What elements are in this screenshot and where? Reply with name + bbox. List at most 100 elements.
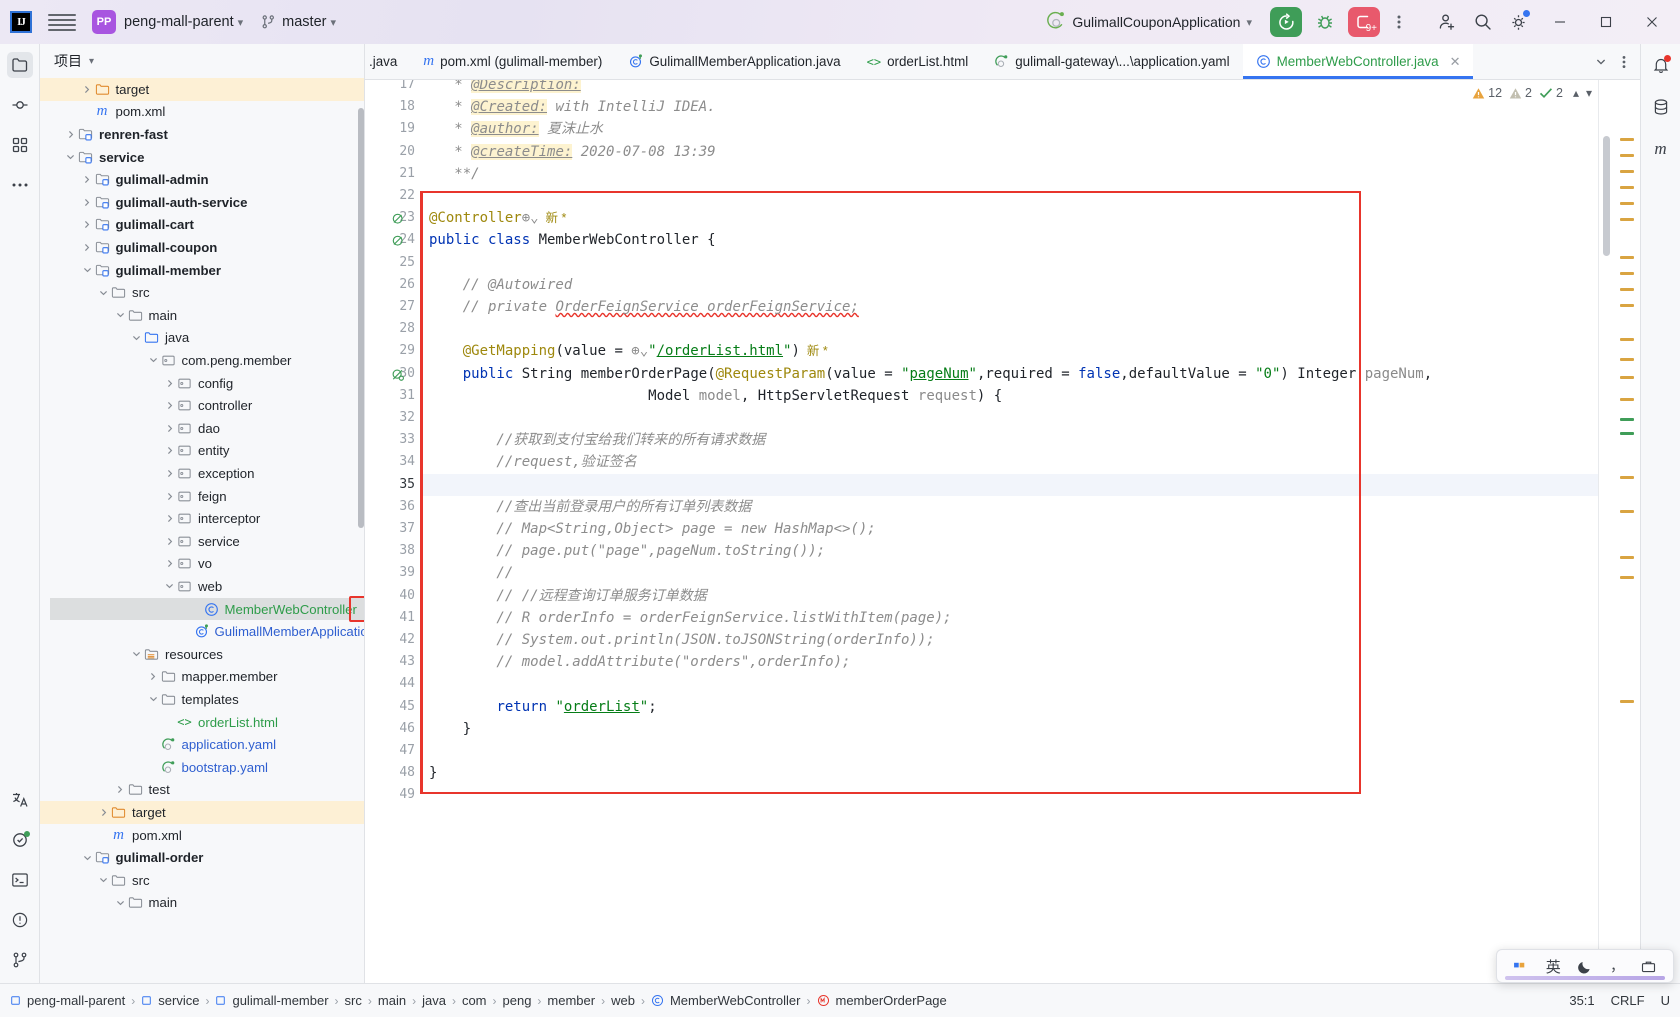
chevron-right-icon[interactable] [81, 173, 94, 186]
breadcrumb-item-java[interactable]: java [422, 993, 446, 1008]
search-icon[interactable] [1466, 5, 1500, 39]
code-line[interactable]: // private OrderFeignService orderFeignS… [429, 296, 859, 318]
maximize-window-button[interactable] [1584, 0, 1628, 44]
tree-item-gulimall-order[interactable]: gulimall-order [40, 846, 364, 869]
weak-warning-count[interactable]: 2 [1509, 86, 1532, 100]
tree-item-dao[interactable]: dao [40, 417, 364, 440]
code-line[interactable]: // R orderInfo = orderFeignService.listW… [429, 607, 951, 629]
project-chevron-down-icon[interactable]: ▾ [238, 16, 244, 29]
editor-viewport[interactable]: 17 18 19 20 21 22 23 24 25 26 27 28 29 30 31 32 33 34 35 36… [365, 80, 1640, 983]
sidebar-item-services[interactable] [7, 827, 33, 853]
code-line[interactable]: } [429, 762, 437, 784]
bean-icon[interactable] [391, 233, 406, 248]
add-user-icon[interactable] [1430, 5, 1464, 39]
sidebar-item-problems[interactable] [7, 907, 33, 933]
chevron-right-icon[interactable] [163, 490, 176, 503]
tree-item-vo[interactable]: vo [40, 553, 364, 576]
code-line[interactable] [429, 673, 437, 695]
inspection-mark[interactable] [1620, 186, 1634, 189]
code-line[interactable] [429, 740, 437, 762]
tab-gulimall-gateway-application-yaml[interactable]: gulimall-gateway\...\application.yaml [981, 44, 1242, 79]
code-line[interactable] [429, 407, 437, 429]
code-line[interactable]: // Map<String,Object> page = new HashMap… [429, 518, 875, 540]
chevron-right-icon[interactable] [163, 557, 176, 570]
breadcrumb-item-service[interactable]: service [141, 993, 199, 1008]
code-line[interactable]: // page.put("page",pageNum.toString()); [429, 540, 825, 562]
code-line[interactable] [429, 252, 437, 274]
chevron-down-icon[interactable] [147, 693, 160, 706]
caret-position[interactable]: 35:1 [1569, 993, 1594, 1008]
code-line[interactable]: // model.addAttribute("orders",orderInfo… [429, 651, 850, 673]
code-line[interactable]: public String memberOrderPage(@RequestPa… [429, 363, 1432, 385]
tree-item-gulimall-cart[interactable]: gulimall-cart [40, 214, 364, 237]
chevron-right-icon[interactable] [163, 377, 176, 390]
tree-item-controller[interactable]: controller [40, 394, 364, 417]
run-button[interactable] [1270, 7, 1302, 37]
chevron-down-icon[interactable] [114, 896, 127, 909]
breadcrumb-item-main[interactable]: main [378, 993, 406, 1008]
database-icon[interactable] [1648, 94, 1674, 120]
chevron-right-icon[interactable] [64, 128, 77, 141]
tree-item-resources[interactable]: resources [40, 643, 364, 666]
breadcrumb-item-peng-mall-parent[interactable]: peng-mall-parent [10, 993, 125, 1008]
breadcrumb-item-memberwebcontroller[interactable]: MemberWebController [651, 993, 801, 1008]
tree-item-memberwebcontroller[interactable]: MemberWebController [50, 597, 364, 621]
breadcrumb-item-com[interactable]: com [462, 993, 487, 1008]
sidebar-item-terminal[interactable] [7, 867, 33, 893]
chevron-down-icon[interactable] [130, 331, 143, 344]
code-line[interactable]: return "orderList"; [429, 696, 656, 718]
editor-code[interactable]: * @Description: * @Created: with Intelli… [423, 80, 1598, 983]
inspection-mark[interactable] [1620, 218, 1634, 221]
code-line[interactable] [429, 185, 437, 207]
inspection-mark[interactable] [1620, 432, 1634, 435]
code-line[interactable]: **/ [429, 163, 479, 185]
gear-icon[interactable] [1502, 5, 1536, 39]
tab-pom-xml-gulimall-member[interactable]: m pom.xml (gulimall-member) [410, 44, 615, 79]
code-line[interactable]: //获取到支付宝给我们转来的所有请求数据 [429, 429, 765, 452]
tree-item-interceptor[interactable]: interceptor [40, 507, 364, 530]
chevron-down-icon[interactable] [97, 286, 110, 299]
main-menu-icon[interactable] [48, 11, 76, 33]
ime-punctuation-icon[interactable]: ， [1610, 956, 1624, 976]
breadcrumb-item-src[interactable]: src [345, 993, 362, 1008]
breadcrumb-item-member[interactable]: member [547, 993, 595, 1008]
override-icon[interactable] [391, 367, 406, 382]
tree-item-gulimall-coupon[interactable]: gulimall-coupon [40, 236, 364, 259]
tree-item-java[interactable]: java [40, 327, 364, 350]
chevron-right-icon[interactable] [81, 218, 94, 231]
inspection-mark[interactable] [1620, 138, 1634, 141]
project-name-label[interactable]: peng-mall-parent [124, 14, 234, 30]
tree-item-bootstrap-yaml[interactable]: bootstrap.yaml [40, 756, 364, 779]
tree-item-mapper-member[interactable]: mapper.member [40, 666, 364, 689]
chevron-right-icon[interactable] [163, 422, 176, 435]
maven-m-icon[interactable]: m [1648, 136, 1674, 162]
tab-java[interactable]: .java [365, 44, 410, 79]
run-configuration-selector[interactable]: GulimallCouponApplication ▾ [1041, 9, 1258, 35]
close-icon[interactable]: ✕ [1450, 54, 1461, 70]
tree-item-main[interactable]: main [40, 304, 364, 327]
code-line[interactable]: // System.out.println(JSON.toJSONString(… [429, 629, 934, 651]
breadcrumb-item-gulimall-member[interactable]: gulimall-member [215, 993, 329, 1008]
more-vertical-icon[interactable] [1382, 5, 1416, 39]
tab-gulimallmemberapplication-java[interactable]: GulimallMemberApplication.java [615, 44, 853, 79]
tree-item-main[interactable]: main [40, 892, 364, 915]
code-line[interactable]: public class MemberWebController { [429, 229, 716, 251]
inspection-mark[interactable] [1620, 304, 1634, 307]
code-line[interactable] [429, 474, 437, 496]
project-tree-scrollbar[interactable] [358, 108, 364, 528]
tree-item-gulimall-auth-service[interactable]: gulimall-auth-service [40, 191, 364, 214]
notifications-bell-icon[interactable] [1648, 52, 1674, 78]
tree-item-pom-xml[interactable]: m pom.xml [40, 824, 364, 847]
chevron-right-icon[interactable] [81, 196, 94, 209]
inspection-mark[interactable] [1620, 154, 1634, 157]
run-config-chevron-down-icon[interactable]: ▾ [1246, 16, 1252, 29]
chevron-right-icon[interactable] [81, 83, 94, 96]
tree-item-renren-fast[interactable]: renren-fast [40, 123, 364, 146]
tree-item-gulimall-member[interactable]: gulimall-member [40, 259, 364, 282]
sidebar-item-commit[interactable] [7, 92, 33, 118]
project-tree[interactable]: target m pom.xml renren-fast service gulimall… [40, 78, 364, 983]
inspection-mark[interactable] [1620, 398, 1634, 401]
tree-item-src[interactable]: src [40, 281, 364, 304]
ime-language-bar[interactable]: 英 ， [1496, 949, 1674, 983]
ime-mode-indicator[interactable] [1513, 960, 1529, 973]
